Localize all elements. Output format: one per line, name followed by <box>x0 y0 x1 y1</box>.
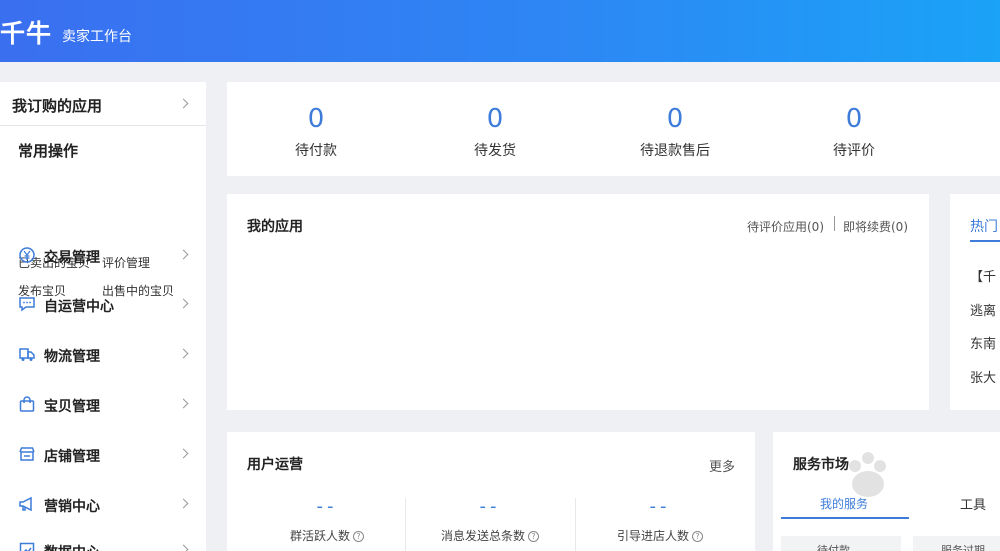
metric-label: 引导进店人数 <box>616 529 689 543</box>
hot-item[interactable]: 【千 <box>970 266 996 285</box>
app-subtitle: 卖家工作台 <box>62 29 132 45</box>
hot-item[interactable]: 逃离 <box>970 300 996 319</box>
stat-value: 0 <box>845 104 863 134</box>
metric-divider <box>575 498 576 551</box>
stat-pending-review[interactable]: 0 待评价 <box>784 104 924 160</box>
metric-value: -- <box>649 496 671 517</box>
help-icon[interactable]: ? <box>353 531 364 542</box>
my-apps-title: 我的应用 <box>247 219 303 235</box>
sidebar-item-store[interactable]: 店铺管理 <box>0 435 206 475</box>
metric-label: 消息发送总条数 <box>440 529 525 543</box>
tab-hot[interactable]: 热门 <box>970 216 998 236</box>
sidebar-item-label: 物流管理 <box>44 349 100 365</box>
hot-item[interactable]: 东南 <box>970 333 996 352</box>
sidebar-item-items[interactable]: 宝贝管理 <box>0 385 206 425</box>
sidebar-item-data[interactable]: 数据中心 <box>0 531 206 551</box>
stat-pending-shipment[interactable]: 0 待发货 <box>425 104 565 160</box>
truck-icon <box>19 348 35 361</box>
stat-value: 0 <box>666 104 684 134</box>
common-ops-title: 常用操作 <box>18 142 79 160</box>
service-row[interactable]: 待付款 <box>781 536 901 551</box>
top-header: 千牛 卖家工作台 <box>0 0 1000 62</box>
metric-messages-sent: -- 消息发送总条数? <box>410 496 570 544</box>
tab-active-indicator <box>970 240 1000 242</box>
stat-label: 待付款 <box>295 143 337 159</box>
order-stats-card: 0 待付款 0 待发货 0 待退款售后 0 待评价 <box>227 82 1000 176</box>
service-row-label: 服务过期 <box>941 544 985 551</box>
user-ops-card: 用户运营 更多 -- 群活跃人数? -- 消息发送总条数? -- 引导进店人数? <box>227 432 755 551</box>
sidebar-item-label: 交易管理 <box>44 250 100 266</box>
store-icon <box>19 447 35 461</box>
user-ops-more-link[interactable]: 更多 <box>709 456 735 475</box>
chat-bubble-icon <box>19 297 35 312</box>
stat-value: 0 <box>486 104 504 134</box>
stat-pending-refund[interactable]: 0 待退款售后 <box>605 104 745 160</box>
stat-label: 待发货 <box>474 143 516 159</box>
link-divider <box>834 216 835 231</box>
sidebar-subscribed-apps-header[interactable]: 我订购的应用 <box>0 82 206 126</box>
chevron-right-icon <box>178 249 189 260</box>
sidebar-item-trade[interactable]: 交易管理 <box>0 236 206 276</box>
my-apps-card: 我的应用 待评价应用(0) 即将续费(0) <box>227 194 929 410</box>
renew-soon-link[interactable]: 即将续费(0) <box>843 218 908 235</box>
hot-item[interactable]: 张大 <box>970 367 996 386</box>
sidebar-item-label: 宝贝管理 <box>44 399 100 415</box>
user-ops-title: 用户运营 <box>247 457 303 473</box>
service-row-label: 待付款 <box>817 544 850 551</box>
chevron-right-icon <box>178 298 189 309</box>
help-icon[interactable]: ? <box>528 531 539 542</box>
sidebar-item-self-ops[interactable]: 自运营中心 <box>0 285 206 325</box>
stat-pending-payment[interactable]: 0 待付款 <box>246 104 386 160</box>
megaphone-icon <box>19 496 32 512</box>
chevron-right-icon <box>178 544 189 551</box>
sidebar-item-marketing[interactable]: 营销中心 <box>0 485 206 525</box>
stat-value: 0 <box>307 104 325 134</box>
pending-review-apps-link[interactable]: 待评价应用(0) <box>747 218 824 235</box>
chevron-right-icon <box>178 398 189 409</box>
sidebar-item-label: 店铺管理 <box>44 449 100 465</box>
chevron-right-icon <box>178 498 189 509</box>
chart-icon <box>19 542 35 551</box>
sidebar-item-label: 自运营中心 <box>44 299 114 315</box>
watermark-logo <box>849 452 886 497</box>
metric-divider <box>405 498 406 551</box>
app-logo[interactable]: 千牛 <box>0 14 52 50</box>
sidebar-title: 我订购的应用 <box>12 97 103 115</box>
metric-guided-visits: -- 引导进店人数? <box>580 496 740 544</box>
yen-exchange-icon <box>19 247 35 263</box>
chevron-right-icon <box>178 448 189 459</box>
service-row[interactable]: 服务过期 <box>913 536 1000 551</box>
metric-value: -- <box>316 496 338 517</box>
sidebar-item-logistics[interactable]: 物流管理 <box>0 335 206 375</box>
help-icon[interactable]: ? <box>692 531 703 542</box>
metric-value: -- <box>479 496 501 517</box>
chevron-right-icon <box>178 98 189 109</box>
metric-label: 群活跃人数 <box>289 529 350 543</box>
metric-group-active: -- 群活跃人数? <box>247 496 407 544</box>
sidebar-item-label: 营销中心 <box>44 499 100 515</box>
chevron-right-icon <box>178 348 189 359</box>
sidebar-item-label: 数据中心 <box>44 542 100 551</box>
stat-label: 待退款售后 <box>640 143 710 159</box>
stat-label: 待评价 <box>833 143 875 159</box>
shopping-bag-icon <box>19 396 35 412</box>
